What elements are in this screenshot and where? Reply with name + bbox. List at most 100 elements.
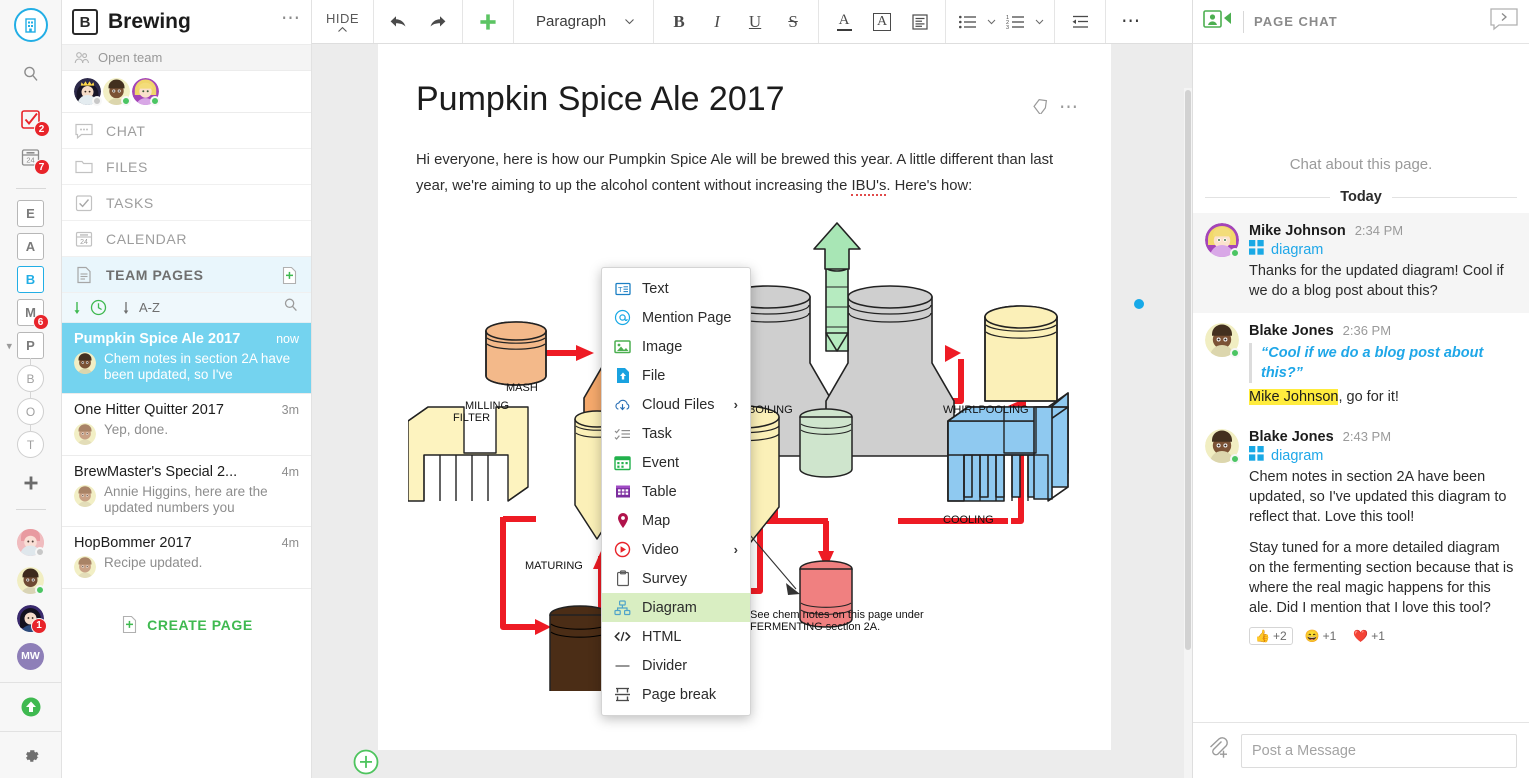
undo-arrow-icon[interactable] [382, 0, 416, 44]
rail-team-O-sub[interactable]: O [0, 395, 62, 428]
message-block-tag[interactable]: diagram [1249, 240, 1517, 260]
paperclip-plus-icon[interactable] [1205, 735, 1231, 766]
rail-team-B-sub[interactable]: B [0, 362, 62, 395]
member-avatar-3[interactable] [132, 78, 159, 105]
comment-marker-dot[interactable] [1134, 299, 1144, 309]
list-item[interactable]: Pumpkin Spice Ale 2017 now Chem notes in… [62, 323, 311, 394]
tag-icon[interactable] [1032, 97, 1049, 119]
underline-button[interactable]: U [738, 0, 772, 44]
rail-person-4[interactable]: MW [0, 638, 62, 674]
page-chat-header: PAGE CHAT [1193, 0, 1529, 44]
chat-message[interactable]: Mike Johnson 2:34 PM diagram Thanks for … [1193, 213, 1529, 313]
text-color-button[interactable]: A [827, 0, 861, 44]
add-block-button[interactable] [352, 748, 380, 776]
intro-paragraph[interactable]: Hi everyone, here is how our Pumpkin Spi… [378, 119, 1111, 199]
italic-button[interactable]: I [700, 0, 734, 44]
ellipsis-icon[interactable]: ⋯ [1059, 96, 1079, 119]
sort-alpha-button[interactable]: A-Z [123, 300, 160, 315]
menu-item-survey[interactable]: Survey [602, 564, 750, 593]
menu-item-mention-page[interactable]: Mention Page [602, 303, 750, 332]
expand-chevron-icon[interactable] [1489, 7, 1519, 36]
list-item[interactable]: One Hitter Quitter 2017 3m Yep, done. [62, 394, 311, 456]
sidebar-item-files[interactable]: FILES [62, 149, 311, 185]
menu-item-event[interactable]: Event [602, 448, 750, 477]
chat-message[interactable]: Blake Jones 2:36 PM “Cool if we do a blo… [1193, 313, 1529, 419]
page-title[interactable]: Pumpkin Spice Ale 2017 [378, 44, 785, 119]
menu-item-video[interactable]: Video › [602, 535, 750, 564]
upload-arrow-icon[interactable] [0, 689, 62, 725]
menu-item-divider[interactable]: Divider [602, 651, 750, 680]
chat-message[interactable]: Blake Jones 2:43 PM diagram Chem notes i… [1193, 419, 1529, 657]
menu-item-cloud-files[interactable]: Cloud Files › [602, 390, 750, 419]
message-block-tag[interactable]: diagram [1249, 446, 1517, 466]
rail-team-E[interactable]: E [0, 197, 62, 230]
highlight-button[interactable]: A [865, 0, 899, 44]
bold-button[interactable]: B [662, 0, 696, 44]
bullet-list-icon[interactable] [954, 0, 980, 44]
insert-block-button[interactable] [471, 0, 505, 44]
menu-item-task[interactable]: Task [602, 419, 750, 448]
menu-item-page-break[interactable]: Page break [602, 680, 750, 709]
paragraph-style-dropdown[interactable]: Paragraph [522, 13, 645, 30]
document-scroll-region[interactable]: Pumpkin Spice Ale 2017 ⋯ Hi everyone, he… [312, 44, 1192, 778]
menu-item-image[interactable]: Image [602, 332, 750, 361]
tasks-checkbox-icon[interactable]: 2 [0, 102, 62, 138]
document-scrollbar[interactable] [1184, 88, 1192, 778]
open-team-label: Open team [98, 50, 162, 65]
calendar-icon[interactable]: 24 7 [0, 140, 62, 176]
rail-team-A[interactable]: A [0, 230, 62, 263]
rail-person-1[interactable] [0, 524, 62, 560]
list-item[interactable]: HopBommer 2017 4m Recipe updated. [62, 527, 311, 589]
sidebar-header: B Brewing ⋯ [62, 0, 311, 44]
rail-team-T-sub[interactable]: T [0, 428, 62, 461]
menu-item-diagram[interactable]: Diagram [602, 593, 750, 622]
bullet-list-caret[interactable] [984, 0, 998, 44]
strikethrough-button[interactable]: S [776, 0, 810, 44]
reaction-heart[interactable]: ❤️+1 [1348, 627, 1390, 645]
reaction-thumbsup[interactable]: 👍+2 [1249, 627, 1293, 645]
building-logo[interactable] [14, 8, 48, 42]
presence-dot [1230, 348, 1240, 358]
member-avatar-2[interactable] [103, 78, 130, 105]
menu-item-html[interactable]: HTML [602, 622, 750, 651]
numbered-list-icon[interactable]: 123 [1002, 0, 1028, 44]
sidebar-item-tasks[interactable]: TASKS [62, 185, 311, 221]
reaction-grin[interactable]: 😄+1 [1300, 627, 1342, 645]
ellipsis-icon[interactable]: ⋯ [1114, 0, 1148, 44]
align-icon[interactable] [903, 0, 937, 44]
list-item[interactable]: BrewMaster's Special 2... 4m Annie Higgi… [62, 456, 311, 527]
menu-item-table[interactable]: Table [602, 477, 750, 506]
create-page-button[interactable]: CREATE PAGE [62, 589, 311, 660]
rail-team-B-selected[interactable]: B [0, 263, 62, 296]
rail-team-P[interactable]: ▾ P [0, 329, 62, 362]
video-chat-icon[interactable] [1203, 9, 1233, 34]
open-team-row[interactable]: Open team [62, 44, 311, 71]
add-page-icon[interactable] [280, 266, 299, 290]
page-chat-messages[interactable]: Chat about this page. Today [1193, 44, 1529, 722]
plus-icon[interactable] [0, 465, 62, 501]
scrollbar-thumb[interactable] [1185, 90, 1191, 650]
menu-item-text[interactable]: T Text [602, 274, 750, 303]
gear-icon[interactable] [0, 738, 62, 774]
search-icon[interactable] [283, 297, 299, 318]
sidebar-item-team-pages[interactable]: TEAM PAGES [62, 257, 311, 293]
hide-toolbar-button[interactable]: HIDE [312, 0, 374, 43]
ellipsis-icon[interactable]: ⋯ [281, 7, 301, 38]
indent-icon[interactable] [1063, 0, 1097, 44]
rail-person-3[interactable]: 1 [0, 600, 62, 636]
rail-person-2[interactable] [0, 562, 62, 598]
sidebar-item-calendar[interactable]: 24 CALENDAR [62, 221, 311, 257]
message-input[interactable] [1241, 734, 1517, 768]
redo-arrow-icon[interactable] [420, 0, 454, 44]
search-icon[interactable] [0, 56, 62, 92]
sort-recent-button[interactable] [74, 299, 107, 316]
message-author: Blake Jones [1249, 323, 1334, 339]
menu-item-map[interactable]: Map [602, 506, 750, 535]
numbered-list-caret[interactable] [1032, 0, 1046, 44]
mention-chip[interactable]: Mike Johnson [1249, 389, 1338, 405]
rail-team-M[interactable]: M 6 [0, 296, 62, 329]
member-avatar-1[interactable] [74, 78, 101, 105]
chevron-down-icon[interactable]: ▾ [7, 339, 13, 352]
menu-item-file[interactable]: File [602, 361, 750, 390]
sidebar-item-chat[interactable]: CHAT [62, 113, 311, 149]
